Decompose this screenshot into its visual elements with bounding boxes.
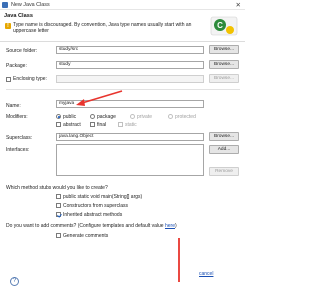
close-icon[interactable]: ✕ [236, 1, 241, 9]
interfaces-remove-button[interactable]: Remove [209, 167, 239, 176]
separator [6, 89, 240, 90]
stub-inherited-label: Inherited abstract methods [63, 212, 123, 218]
enclosing-type-checkbox[interactable] [6, 77, 11, 82]
comments-question-tail: ) [175, 223, 177, 229]
window-titlebar: New Java Class ✕ [0, 0, 245, 10]
modifier-protected-radio[interactable] [168, 114, 173, 119]
modifier-package-label: package [97, 114, 116, 120]
warning-icon: ! [5, 23, 11, 29]
method-stubs-question: Which method stubs would you like to cre… [6, 185, 108, 191]
enclosing-type-field[interactable] [56, 75, 204, 83]
svg-text:C: C [217, 21, 223, 30]
stub-main-checkbox[interactable] [56, 194, 61, 199]
window-title: New Java Class [11, 2, 50, 8]
modifier-private-label: private [137, 114, 153, 120]
class-name-field[interactable]: myjava [56, 100, 204, 108]
modifier-abstract-label: abstract [63, 122, 81, 128]
stub-inherited-checkbox[interactable] [56, 212, 61, 217]
modifier-public-label: public [63, 114, 77, 120]
wizard-header: Java Class ! Type name is discouraged. B… [0, 10, 245, 42]
modifier-private-radio[interactable] [130, 114, 135, 119]
interfaces-add-button[interactable]: Add... [209, 145, 239, 154]
modifier-public-radio[interactable] [56, 114, 61, 119]
generate-comments-label: Generate comments [63, 233, 109, 239]
comments-question-text: Do you want to add comments? (Configure … [6, 223, 164, 229]
stub-constructors-checkbox[interactable] [56, 203, 61, 208]
interfaces-list[interactable] [56, 144, 204, 176]
comments-question: Do you want to add comments? (Configure … [6, 223, 177, 229]
modifier-static-label: static [125, 122, 137, 128]
source-folder-browse-button[interactable]: Browse... [209, 45, 239, 54]
stub-main-label: public static void main(String[] args) [63, 194, 143, 200]
name-label: Name: [6, 103, 21, 109]
modifiers-label: Modifiers: [6, 114, 28, 120]
modifier-abstract-checkbox[interactable] [56, 122, 61, 127]
superclass-browse-button[interactable]: Browse... [209, 132, 239, 141]
modifier-protected-label: protected [175, 114, 196, 120]
modifier-package-radio[interactable] [90, 114, 95, 119]
package-field[interactable]: study [56, 61, 204, 69]
cancel-link[interactable]: cancel [199, 271, 213, 277]
templates-link[interactable]: here [165, 223, 175, 229]
page-title: Java Class [4, 13, 33, 19]
warning-message: Type name is discouraged. By convention,… [13, 22, 192, 35]
annotation-arrow-vertical [178, 238, 180, 282]
package-label: Package: [6, 63, 27, 69]
source-folder-field[interactable]: study/src [56, 46, 204, 54]
package-browse-button[interactable]: Browse... [209, 60, 239, 69]
enclosing-type-browse-button[interactable]: Browse... [209, 74, 239, 83]
help-icon[interactable]: ? [10, 277, 19, 286]
stub-constructors-label: Constructors from superclass [63, 203, 129, 209]
generate-comments-checkbox[interactable] [56, 233, 61, 238]
interfaces-label: Interfaces: [6, 147, 30, 153]
superclass-label: Superclass: [6, 135, 33, 141]
eclipse-app-icon [2, 2, 8, 8]
modifier-final-checkbox[interactable] [90, 122, 95, 127]
superclass-field[interactable]: java.lang.Object [56, 133, 204, 141]
new-class-wizard-icon: C [210, 16, 238, 36]
modifier-final-label: final [97, 122, 107, 128]
source-folder-label: Source folder: [6, 48, 38, 54]
enclosing-type-label: Enclosing type: [13, 76, 47, 82]
modifier-static-checkbox[interactable] [118, 122, 123, 127]
